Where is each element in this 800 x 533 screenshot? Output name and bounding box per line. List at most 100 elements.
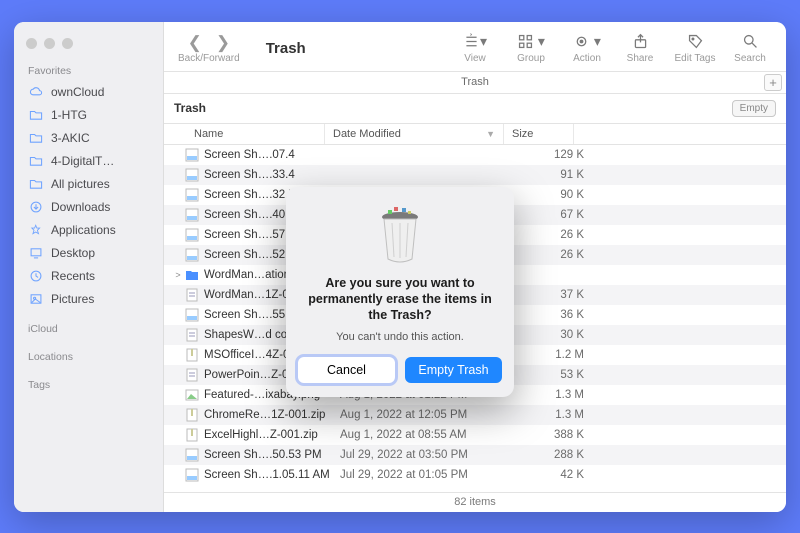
col-size[interactable]: Size	[504, 124, 574, 144]
sidebar-item-4-digitalt-[interactable]: 4-DigitalT…	[14, 150, 163, 173]
file-size: 30 K	[520, 329, 590, 341]
table-row[interactable]: Screen Sh….33.491 K	[164, 165, 786, 185]
item-count: 82 items	[454, 496, 496, 508]
toolbar-search[interactable]: Search	[728, 33, 772, 64]
gear-icon: ▾	[573, 33, 601, 51]
sidebar-item-label: 1-HTG	[51, 108, 87, 122]
sidebar-item-1-htg[interactable]: 1-HTG	[14, 104, 163, 127]
sidebar-item-desktop[interactable]: Desktop	[14, 242, 163, 265]
close-icon[interactable]	[26, 38, 37, 49]
file-size: 1.3 M	[520, 409, 590, 421]
column-headers[interactable]: Name Date Modified ▼ Size	[164, 124, 786, 145]
sidebar-heading-tags: Tags	[14, 375, 163, 395]
sidebar-item-label: ownCloud	[51, 85, 104, 99]
file-name: ExcelHighl…Z-001.zip	[204, 429, 340, 441]
toolbar-share[interactable]: Share	[618, 33, 662, 64]
table-row[interactable]: Screen Sh….1.05.11 AMJul 29, 2022 at 01:…	[164, 465, 786, 485]
file-name: ChromeRe…1Z-001.zip	[204, 409, 340, 421]
sort-indicator-icon: ▼	[486, 129, 495, 139]
file-icon	[184, 148, 200, 162]
file-icon	[184, 288, 200, 302]
toolbar-action[interactable]: ▾ Action	[562, 33, 612, 64]
file-size: 90 K	[520, 189, 590, 201]
new-tab-button[interactable]: +	[764, 74, 782, 91]
cloud-icon	[28, 85, 43, 100]
tab-bar: Trash +	[164, 72, 786, 94]
file-icon	[184, 168, 200, 182]
file-name: Screen Sh….33.4	[204, 169, 340, 181]
table-row[interactable]: ExcelHighl…Z-001.zipAug 1, 2022 at 08:55…	[164, 425, 786, 445]
nav-back-forward[interactable]: ❮ ❯ Back/Forward	[178, 33, 240, 64]
sidebar-item-recents[interactable]: Recents	[14, 265, 163, 288]
sidebar-item-downloads[interactable]: Downloads	[14, 196, 163, 219]
grid-icon: ▾	[517, 33, 545, 51]
file-icon	[184, 348, 200, 362]
location-label: Trash	[174, 101, 206, 115]
folder-icon	[28, 154, 43, 169]
cancel-button[interactable]: Cancel	[298, 357, 395, 383]
table-row[interactable]: Screen Sh….50.53 PMJul 29, 2022 at 03:50…	[164, 445, 786, 465]
sidebar-item-label: 3-AKIC	[51, 131, 90, 145]
empty-trash-button[interactable]: Empty Trash	[405, 357, 502, 383]
file-date: Aug 1, 2022 at 12:05 PM	[340, 409, 520, 421]
table-row[interactable]: ChromeRe…1Z-001.zipAug 1, 2022 at 12:05 …	[164, 405, 786, 425]
toolbar-tags[interactable]: Edit Tags	[668, 33, 722, 64]
sidebar-item-owncloud[interactable]: ownCloud	[14, 81, 163, 104]
sidebar-item-all-pictures[interactable]: All pictures	[14, 173, 163, 196]
file-size: 53 K	[520, 369, 590, 381]
dialog-message: Are you sure you want to permanently era…	[298, 275, 502, 324]
file-icon	[184, 428, 200, 442]
file-icon	[184, 248, 200, 262]
empty-button[interactable]: Empty	[732, 100, 776, 117]
sidebar-item-label: 4-DigitalT…	[51, 154, 114, 168]
expand-icon[interactable]: >	[172, 270, 184, 280]
file-icon	[184, 408, 200, 422]
file-size: 67 K	[520, 209, 590, 221]
file-date: Jul 29, 2022 at 03:50 PM	[340, 449, 520, 461]
status-bar: 82 items	[164, 492, 786, 512]
tab-trash[interactable]: Trash	[461, 76, 489, 88]
folder-icon	[28, 131, 43, 146]
file-size: 1.2 M	[520, 349, 590, 361]
nav-label: Back/Forward	[178, 53, 240, 64]
window-title: Trash	[266, 40, 306, 57]
toolbar-group[interactable]: ▾ Group	[506, 33, 556, 64]
sidebar: Favorites ownCloud1-HTG3-AKIC4-DigitalT……	[14, 22, 164, 512]
file-icon	[184, 468, 200, 482]
sidebar-item-label: All pictures	[51, 177, 110, 191]
col-name[interactable]: Name	[164, 124, 324, 144]
forward-icon[interactable]: ❯	[216, 33, 230, 53]
file-name: Screen Sh….07.4	[204, 149, 340, 161]
file-icon	[184, 228, 200, 242]
back-icon[interactable]: ❮	[188, 33, 202, 53]
picture-icon	[28, 292, 43, 307]
file-name: Screen Sh….1.05.11 AM	[204, 469, 340, 481]
tag-icon	[687, 33, 704, 51]
col-date[interactable]: Date Modified ▼	[324, 124, 504, 144]
sidebar-item-label: Desktop	[51, 246, 95, 260]
file-size: 42 K	[520, 469, 590, 481]
file-size: 288 K	[520, 449, 590, 461]
share-icon	[632, 33, 649, 51]
file-icon	[184, 328, 200, 342]
sidebar-item-applications[interactable]: Applications	[14, 219, 163, 242]
sidebar-item-label: Recents	[51, 269, 95, 283]
location-row: Trash Empty	[164, 94, 786, 124]
toolbar-view[interactable]: ▾ View	[450, 33, 500, 64]
apps-icon	[28, 223, 43, 238]
download-icon	[28, 200, 43, 215]
desktop-icon	[28, 246, 43, 261]
file-icon	[184, 308, 200, 322]
sidebar-item-3-akic[interactable]: 3-AKIC	[14, 127, 163, 150]
file-size: 1.3 M	[520, 389, 590, 401]
sidebar-item-pictures[interactable]: Pictures	[14, 288, 163, 311]
trash-icon	[370, 205, 430, 265]
file-icon	[184, 368, 200, 382]
table-row[interactable]: Screen Sh….07.4129 K	[164, 145, 786, 165]
folder-icon	[28, 177, 43, 192]
zoom-icon[interactable]	[62, 38, 73, 49]
file-name: Screen Sh….50.53 PM	[204, 449, 340, 461]
toolbar: ❮ ❯ Back/Forward Trash ▾ View ▾ Group	[164, 22, 786, 72]
minimize-icon[interactable]	[44, 38, 55, 49]
window-controls[interactable]	[14, 30, 163, 61]
